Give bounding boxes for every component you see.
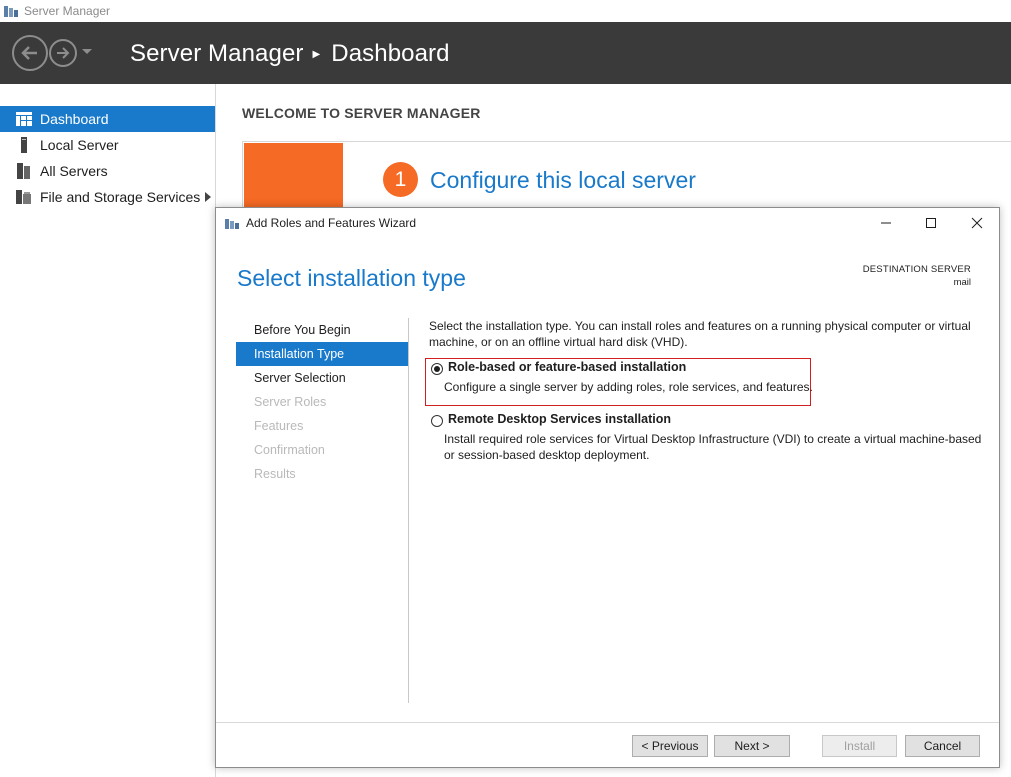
- option-description: Configure a single server by adding role…: [444, 380, 813, 394]
- option-title[interactable]: Remote Desktop Services installation: [448, 412, 671, 426]
- welcome-title: WELCOME TO SERVER MANAGER: [242, 105, 481, 121]
- app-header: Server Manager ▶ Dashboard: [0, 22, 1011, 84]
- step-before-you-begin[interactable]: Before You Begin: [236, 318, 408, 342]
- dashboard-icon: [16, 111, 32, 127]
- close-button[interactable]: [962, 213, 992, 233]
- cancel-button[interactable]: Cancel: [905, 735, 980, 757]
- step-results: Results: [254, 467, 296, 481]
- installation-type-description: Select the installation type. You can in…: [429, 319, 971, 349]
- server-manager-icon: [4, 5, 19, 18]
- destination-server-label: DESTINATION SERVER: [862, 264, 971, 275]
- sidebar-item-all-servers[interactable]: All Servers: [0, 158, 215, 184]
- forward-button[interactable]: [49, 39, 77, 67]
- sidebar: Dashboard Local Server All Servers File …: [0, 84, 216, 777]
- remote-desktop-radio[interactable]: [431, 415, 443, 427]
- chevron-right-icon[interactable]: [205, 192, 211, 202]
- sidebar-item-file-storage[interactable]: File and Storage Services: [0, 184, 215, 210]
- configure-local-server-link[interactable]: Configure this local server: [430, 167, 696, 194]
- app-window-title: Server Manager: [24, 4, 111, 18]
- arrow-right-icon: [57, 47, 70, 59]
- next-button[interactable]: Next >: [714, 735, 790, 757]
- option-title[interactable]: Role-based or feature-based installation: [448, 360, 686, 374]
- minimize-icon: [881, 222, 891, 224]
- close-icon: [971, 217, 983, 229]
- step-features: Features: [254, 419, 304, 433]
- breadcrumb: Server Manager ▶ Dashboard: [130, 40, 450, 68]
- install-button: Install: [822, 735, 897, 757]
- wizard-icon: [225, 217, 239, 229]
- step-confirmation: Confirmation: [254, 443, 325, 457]
- maximize-button[interactable]: [916, 213, 946, 233]
- sidebar-item-label: Dashboard: [40, 111, 109, 127]
- breadcrumb-separator-icon: ▶: [312, 48, 321, 60]
- back-button[interactable]: [12, 35, 48, 71]
- sidebar-item-label: All Servers: [40, 163, 108, 179]
- breadcrumb-current: Dashboard: [331, 40, 450, 67]
- sidebar-item-local-server[interactable]: Local Server: [0, 132, 215, 158]
- arrow-left-icon: [21, 46, 37, 60]
- sidebar-item-dashboard[interactable]: Dashboard: [0, 106, 215, 132]
- step-installation-type[interactable]: Installation Type: [236, 342, 408, 366]
- sidebar-item-label: Local Server: [40, 137, 119, 153]
- footer-divider: [216, 722, 999, 723]
- breadcrumb-root[interactable]: Server Manager: [130, 40, 303, 68]
- storage-icon: [16, 189, 32, 205]
- minimize-button[interactable]: [871, 213, 901, 233]
- history-dropdown-icon[interactable]: [82, 49, 92, 54]
- server-icon: [16, 137, 32, 153]
- sidebar-item-label: File and Storage Services: [40, 189, 201, 205]
- servers-icon: [16, 163, 32, 179]
- step-server-selection[interactable]: Server Selection: [236, 366, 408, 390]
- steps-divider: [408, 318, 409, 703]
- wizard-heading: Select installation type: [237, 265, 466, 291]
- wizard-steps: Before You Begin Installation Type Serve…: [236, 318, 408, 486]
- role-based-radio[interactable]: [431, 363, 443, 375]
- destination-server-value: mail: [953, 277, 971, 288]
- add-roles-wizard-dialog: Add Roles and Features Wizard Select ins…: [215, 207, 1000, 768]
- step-server-roles: Server Roles: [254, 395, 327, 409]
- wizard-title: Add Roles and Features Wizard: [246, 216, 417, 230]
- previous-button[interactable]: < Previous: [632, 735, 708, 757]
- maximize-icon: [926, 218, 936, 228]
- option-description: Install required role services for Virtu…: [444, 432, 982, 462]
- step-number-badge: 1: [383, 162, 418, 197]
- app-titlebar: Server Manager: [0, 0, 1011, 22]
